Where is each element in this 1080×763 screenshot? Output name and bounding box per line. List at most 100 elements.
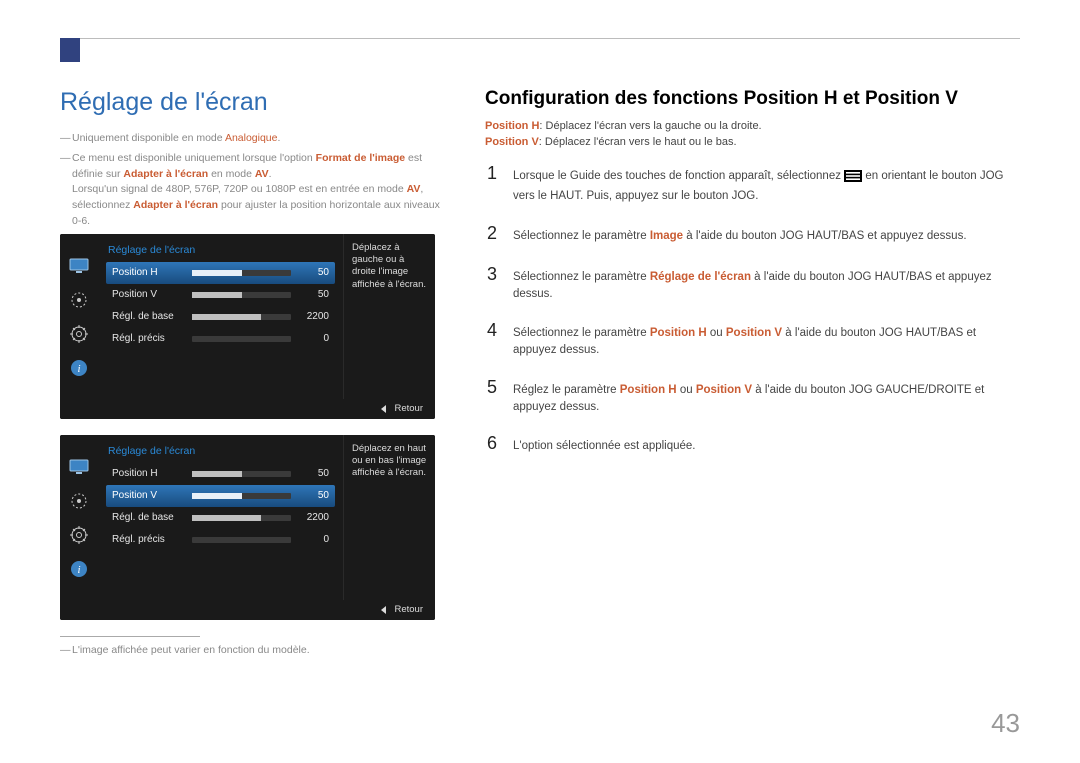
picture-icon bbox=[68, 491, 90, 511]
slider-fill bbox=[192, 314, 261, 320]
osd-row-label: Position V bbox=[112, 490, 184, 501]
note-text: . bbox=[269, 168, 272, 180]
step-text: Réglez le paramètre Position H ou Positi… bbox=[513, 382, 1020, 417]
svg-text:i: i bbox=[77, 363, 80, 375]
step-text: Sélectionnez le paramètre Réglage de l'é… bbox=[513, 269, 1020, 304]
note-text: en mode bbox=[208, 168, 255, 180]
slider-fill bbox=[192, 515, 261, 521]
left-arrow-icon bbox=[381, 606, 386, 614]
accent: Position V bbox=[726, 327, 782, 339]
definition-position-h: Position H: Déplacez l'écran vers la gau… bbox=[485, 120, 1020, 132]
step-3: 3 Sélectionnez le paramètre Réglage de l… bbox=[485, 261, 1020, 304]
def-text: : Déplacez l'écran vers la gauche ou la … bbox=[539, 120, 761, 132]
text: Sélectionnez le paramètre bbox=[513, 327, 650, 339]
accent: Position H bbox=[620, 384, 677, 396]
image-footnote: L'image affichée peut varier en fonction… bbox=[60, 643, 445, 659]
slider-fill bbox=[192, 270, 242, 276]
osd-row-fine: Régl. précis 0 bbox=[106, 328, 335, 350]
step-number: 2 bbox=[485, 220, 499, 247]
osd-menu-title: Réglage de l'écran bbox=[106, 240, 335, 262]
info-icon: i bbox=[68, 358, 90, 378]
note-accent: AV bbox=[255, 168, 269, 180]
step-text: L'option sélectionnée est appliquée. bbox=[513, 438, 696, 455]
step-6: 6 L'option sélectionnée est appliquée. bbox=[485, 430, 1020, 457]
step-number: 5 bbox=[485, 374, 499, 401]
osd-row-value: 2200 bbox=[299, 311, 329, 322]
osd-back-label: Retour bbox=[394, 604, 423, 615]
info-icon: i bbox=[68, 559, 90, 579]
osd-row-position-v: Position V 50 bbox=[106, 485, 335, 507]
osd-row-value: 0 bbox=[299, 333, 329, 344]
monitor-icon bbox=[68, 457, 90, 477]
left-arrow-icon bbox=[381, 405, 386, 413]
step-number: 3 bbox=[485, 261, 499, 288]
osd-description: Déplacez à gauche ou à droite l'image af… bbox=[343, 234, 435, 399]
step-5: 5 Réglez le paramètre Position H ou Posi… bbox=[485, 374, 1020, 417]
osd-sidebar: i bbox=[60, 435, 98, 600]
accent: Position H bbox=[650, 327, 707, 339]
step-text: Lorsque le Guide des touches de fonction… bbox=[513, 168, 1020, 206]
note-accent: Format de l'image bbox=[316, 152, 405, 164]
page-number: 43 bbox=[991, 708, 1020, 739]
left-column: Réglage de l'écran Uniquement disponible… bbox=[60, 88, 445, 662]
section-title: Réglage de l'écran bbox=[60, 88, 445, 117]
osd-footer: Retour bbox=[60, 399, 435, 419]
subsection-title: Configuration des fonctions Position H e… bbox=[485, 88, 1020, 110]
text: Lorsque le Guide des touches de fonction… bbox=[513, 170, 844, 182]
slider-fill bbox=[192, 493, 242, 499]
osd-back-label: Retour bbox=[394, 403, 423, 414]
osd-row-position-v: Position V 50 bbox=[106, 284, 335, 306]
gear-icon bbox=[68, 525, 90, 545]
osd-row-fine: Régl. précis 0 bbox=[106, 529, 335, 551]
osd-row-coarse: Régl. de base 2200 bbox=[106, 306, 335, 328]
header-accent-block bbox=[60, 38, 80, 62]
osd-row-label: Position H bbox=[112, 267, 184, 278]
accent: Position V bbox=[696, 384, 752, 396]
osd-description: Déplacez en haut ou en bas l'image affic… bbox=[343, 435, 435, 600]
right-column: Configuration des fonctions Position H e… bbox=[485, 88, 1020, 662]
osd-row-position-h: Position H 50 bbox=[106, 262, 335, 284]
osd-row-label: Régl. précis bbox=[112, 534, 184, 545]
text: ou bbox=[707, 327, 726, 339]
osd-row-label: Régl. de base bbox=[112, 512, 184, 523]
svg-text:i: i bbox=[77, 564, 80, 576]
osd-row-value: 0 bbox=[299, 534, 329, 545]
step-4: 4 Sélectionnez le paramètre Position H o… bbox=[485, 317, 1020, 360]
osd-row-label: Régl. précis bbox=[112, 333, 184, 344]
osd-panel-1: i Réglage de l'écran Position H 50 Positi… bbox=[60, 234, 435, 419]
osd-row-label: Régl. de base bbox=[112, 311, 184, 322]
menu-icon bbox=[844, 170, 862, 188]
step-number: 4 bbox=[485, 317, 499, 344]
osd-row-label: Position V bbox=[112, 289, 184, 300]
note-accent: Adapter à l'écran bbox=[123, 168, 208, 180]
step-2: 2 Sélectionnez le paramètre Image à l'ai… bbox=[485, 220, 1020, 247]
text: Sélectionnez le paramètre bbox=[513, 230, 650, 242]
note-analog: Uniquement disponible en mode Analogique… bbox=[60, 131, 445, 147]
osd-footer: Retour bbox=[60, 600, 435, 620]
note-accent: AV bbox=[407, 183, 421, 195]
step-number: 6 bbox=[485, 430, 499, 457]
term: Position H bbox=[485, 120, 539, 132]
note-text: Ce menu est disponible uniquement lorsqu… bbox=[72, 152, 316, 164]
osd-row-value: 50 bbox=[299, 289, 329, 300]
note-accent: Adapter à l'écran bbox=[133, 199, 218, 211]
text: Réglez le paramètre bbox=[513, 384, 620, 396]
note-text: Lorsqu'un signal de 480P, 576P, 720P ou … bbox=[72, 183, 407, 195]
monitor-icon bbox=[68, 256, 90, 276]
osd-menu-title: Réglage de l'écran bbox=[106, 441, 335, 463]
header-rule bbox=[60, 38, 1020, 39]
osd-panel-2: i Réglage de l'écran Position H50 Positi… bbox=[60, 435, 435, 620]
note-text: Uniquement disponible en mode bbox=[72, 132, 225, 144]
osd-row-value: 50 bbox=[299, 490, 329, 501]
note-text: . bbox=[277, 132, 280, 144]
note-accent: Analogique bbox=[225, 132, 278, 144]
definition-position-v: Position V: Déplacez l'écran vers le hau… bbox=[485, 136, 1020, 148]
footnote-rule bbox=[60, 636, 200, 637]
step-text: Sélectionnez le paramètre Image à l'aide… bbox=[513, 228, 967, 245]
slider-fill bbox=[192, 292, 242, 298]
def-text: : Déplacez l'écran vers le haut ou le ba… bbox=[539, 136, 737, 148]
step-number: 1 bbox=[485, 160, 499, 187]
slider-fill bbox=[192, 471, 242, 477]
text: Sélectionnez le paramètre bbox=[513, 271, 650, 283]
osd-row-value: 50 bbox=[299, 267, 329, 278]
